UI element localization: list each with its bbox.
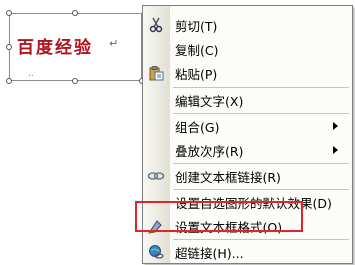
submenu-arrow-icon <box>333 122 338 130</box>
menu-item-label: 复制(C) <box>175 42 219 58</box>
resize-handle-middle-left[interactable] <box>6 44 12 50</box>
menu-item-paste[interactable]: 粘贴(P) <box>143 61 352 85</box>
hyperlink-icon <box>147 243 165 261</box>
paragraph-mark: ↵ <box>109 37 119 50</box>
menu-item-hyperlink[interactable]: 超链接(H)... <box>143 240 352 264</box>
menu-item-label: 叠放次序(R) <box>175 143 244 159</box>
menu-item-label: 创建文本框链接(R) <box>175 169 281 185</box>
resize-handle-bottom-middle[interactable] <box>72 78 78 84</box>
resize-handle-bottom-left[interactable] <box>6 78 12 84</box>
link-icon <box>147 167 165 185</box>
textbox-dots: .. <box>28 69 34 79</box>
menu-item-label: 超链接(H)... <box>175 245 244 261</box>
menu-item-label: 剪切(T) <box>175 18 218 34</box>
menu-item-edit-text[interactable]: 编辑文字(X) <box>143 88 352 112</box>
scissors-icon <box>147 16 165 34</box>
paste-icon <box>147 64 165 82</box>
submenu-arrow-icon <box>333 146 338 154</box>
menu-item-create-textbox-link[interactable]: 创建文本框链接(R) <box>143 164 352 188</box>
menu-item-copy[interactable]: 复制(C) <box>143 37 352 61</box>
menu-item-group[interactable]: 组合(G) <box>143 114 352 138</box>
menu-item-order[interactable]: 叠放次序(R) <box>143 138 352 162</box>
resize-handle-top-middle[interactable] <box>72 10 78 16</box>
menu-item-label: 组合(G) <box>175 119 220 135</box>
resize-handle-top-left[interactable] <box>6 10 12 16</box>
highlight-annotation <box>135 201 303 232</box>
textbox-text[interactable]: 百度经验 <box>17 33 93 58</box>
menu-item-label: 粘贴(P) <box>175 66 218 82</box>
menu-item-cut[interactable]: 剪切(T) <box>143 13 352 37</box>
menu-item-label: 编辑文字(X) <box>175 93 244 109</box>
